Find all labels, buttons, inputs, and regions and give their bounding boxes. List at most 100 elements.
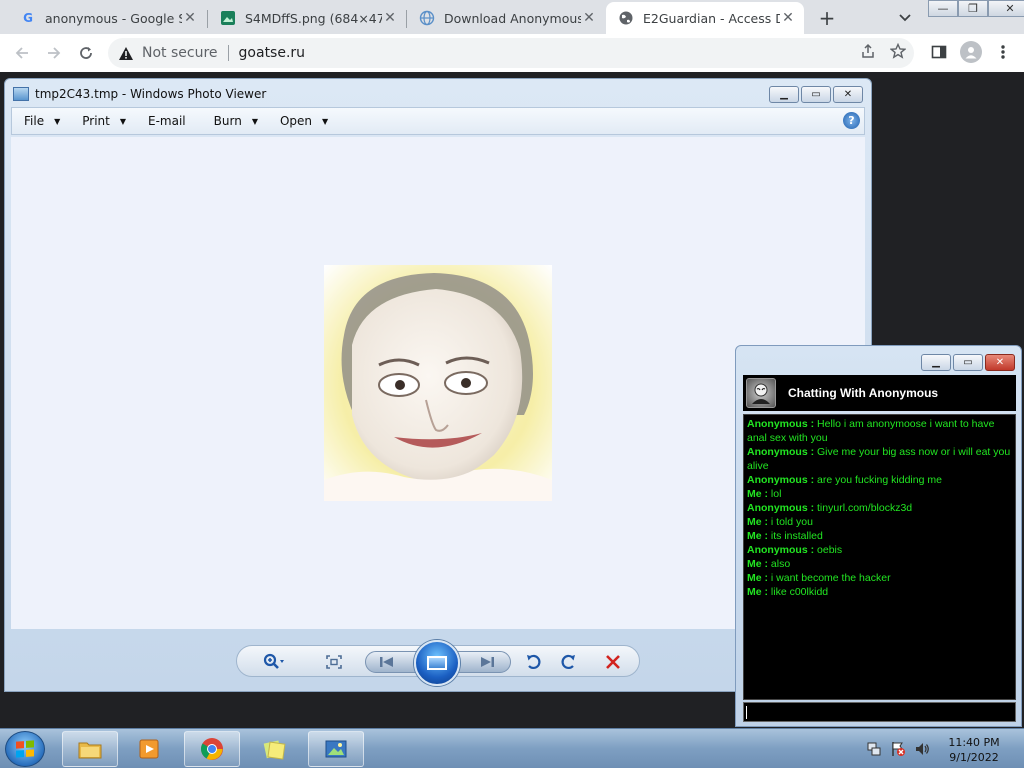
omnibox-actions bbox=[860, 42, 907, 63]
rotate-clockwise-icon[interactable] bbox=[557, 652, 579, 672]
bookmark-star-icon[interactable] bbox=[889, 42, 907, 63]
minimize-button[interactable]: ▁ bbox=[921, 354, 951, 371]
tab-e2guardian[interactable]: E2Guardian - Access Denied ✕ bbox=[606, 2, 804, 34]
address-bar[interactable]: Not secure goatse.ru bbox=[108, 38, 914, 68]
windows-logo-icon bbox=[16, 740, 34, 758]
previous-icon[interactable] bbox=[376, 652, 398, 672]
chat-message: Me : i told you bbox=[747, 516, 813, 528]
chat-message: Me : i want become the hacker bbox=[747, 572, 891, 584]
next-icon[interactable] bbox=[476, 652, 498, 672]
tab-google-search[interactable]: G anonymous - Google Search ✕ bbox=[8, 2, 206, 34]
help-icon[interactable]: ? bbox=[843, 112, 860, 129]
new-tab-button[interactable]: + bbox=[815, 6, 839, 30]
chat-title: Chatting With Anonymous bbox=[788, 386, 939, 400]
action-center-flag-icon[interactable] bbox=[890, 741, 906, 761]
dropdown-arrow-icon: ▼ bbox=[119, 116, 127, 126]
sticky-notes-icon bbox=[263, 740, 286, 760]
close-button[interactable]: ✕ bbox=[985, 354, 1015, 371]
window-controls: ▁ ▭ ✕ bbox=[769, 86, 863, 103]
close-tab-icon[interactable]: ✕ bbox=[182, 10, 198, 26]
tab-title: S4MDffS.png (684×478) bbox=[245, 10, 382, 26]
chat-message: Anonymous : are you fucking kidding me bbox=[747, 474, 942, 486]
chat-messages: Anonymous : Hello i am anonymoose i want… bbox=[743, 414, 1016, 700]
tab-image[interactable]: S4MDffS.png (684×478) ✕ bbox=[208, 2, 406, 34]
google-icon: G bbox=[23, 11, 33, 25]
close-tab-icon[interactable]: ✕ bbox=[382, 10, 398, 26]
tab-download-anonymous[interactable]: Download Anonymous Face ✕ bbox=[407, 2, 605, 34]
text-caret bbox=[746, 706, 747, 719]
chat-message: Me : lol bbox=[747, 488, 782, 500]
reload-button[interactable] bbox=[74, 41, 98, 65]
menu-burn[interactable]: Burn ▼ bbox=[196, 108, 268, 134]
network-icon[interactable] bbox=[866, 741, 882, 761]
photo-viewer-menubar: File ▼ Print ▼ E-mail Burn ▼ Open ▼ ? bbox=[11, 107, 865, 135]
dropdown-arrow-icon: ▼ bbox=[251, 116, 258, 126]
browser-window: G anonymous - Google Search ✕ S4MDffS.pn… bbox=[0, 0, 1024, 72]
forward-button[interactable] bbox=[42, 41, 66, 65]
minimize-button[interactable]: ▁ bbox=[769, 86, 799, 103]
zoom-icon[interactable] bbox=[263, 652, 285, 672]
photo-viewer-icon bbox=[13, 87, 29, 101]
close-tab-icon[interactable]: ✕ bbox=[581, 10, 597, 26]
chrome-icon bbox=[201, 738, 223, 760]
chat-message: Me : also bbox=[747, 558, 791, 570]
close-tab-icon[interactable]: ✕ bbox=[780, 10, 796, 26]
tab-search-chevron-icon[interactable] bbox=[895, 8, 915, 28]
close-button[interactable]: ✕ bbox=[833, 86, 863, 103]
close-button[interactable]: ✕ bbox=[988, 0, 1024, 17]
displayed-photo bbox=[324, 265, 552, 501]
restore-button[interactable]: ❐ bbox=[958, 0, 988, 17]
actual-size-icon[interactable] bbox=[323, 652, 345, 672]
menu-open[interactable]: Open ▼ bbox=[268, 108, 338, 134]
tab-title: anonymous - Google Search bbox=[45, 10, 182, 26]
delete-icon[interactable] bbox=[602, 652, 624, 672]
menu-kebab-icon[interactable] bbox=[992, 41, 1014, 63]
chat-message: Me : its installed bbox=[747, 530, 823, 542]
window-title: tmp2C43.tmp - Windows Photo Viewer bbox=[35, 87, 267, 101]
taskbar-clock[interactable]: 11:40 PM 9/1/2022 bbox=[940, 735, 1008, 765]
playback-control-bar bbox=[236, 640, 640, 686]
image-icon bbox=[220, 10, 236, 26]
taskbar-chrome[interactable] bbox=[184, 731, 240, 767]
minimize-button[interactable]: — bbox=[928, 0, 958, 17]
profile-avatar-icon[interactable] bbox=[960, 41, 982, 63]
rotate-counterclockwise-icon[interactable] bbox=[523, 652, 545, 672]
menu-email[interactable]: E-mail bbox=[136, 108, 196, 134]
taskbar-sticky-notes[interactable] bbox=[246, 731, 302, 767]
security-label[interactable]: Not secure bbox=[142, 45, 218, 61]
slideshow-icon bbox=[427, 656, 447, 670]
chat-message: Anonymous : Hello i am anonymoose i want… bbox=[747, 418, 995, 444]
globe-icon bbox=[419, 10, 435, 26]
photo-viewer-titlebar: tmp2C43.tmp - Windows Photo Viewer bbox=[13, 87, 266, 101]
taskbar-media-player[interactable] bbox=[122, 731, 178, 767]
url-text[interactable]: goatse.ru bbox=[239, 45, 306, 61]
chat-input[interactable] bbox=[743, 702, 1016, 722]
taskbar-explorer[interactable] bbox=[62, 731, 118, 767]
warning-icon[interactable] bbox=[118, 45, 134, 61]
menu-print[interactable]: Print ▼ bbox=[70, 108, 136, 134]
window-controls: ▁ ▭ ✕ bbox=[921, 354, 1015, 371]
dropdown-arrow-icon: ▼ bbox=[54, 116, 61, 126]
folder-icon bbox=[78, 742, 102, 759]
tab-title: Download Anonymous Face bbox=[444, 10, 581, 26]
share-icon[interactable] bbox=[860, 43, 876, 63]
clock-time: 11:40 PM bbox=[948, 736, 1000, 749]
tab-strip: G anonymous - Google Search ✕ S4MDffS.pn… bbox=[0, 0, 1024, 34]
side-panel-icon[interactable] bbox=[928, 41, 950, 63]
chat-header: Chatting With Anonymous bbox=[743, 375, 1016, 411]
window-controls: — ❐ ✕ bbox=[928, 0, 1024, 18]
slideshow-button[interactable] bbox=[414, 640, 460, 686]
omnibox-divider bbox=[227, 45, 229, 61]
browser-toolbar: Not secure goatse.ru bbox=[0, 34, 1024, 72]
taskbar-photo-viewer[interactable] bbox=[308, 731, 364, 767]
volume-icon[interactable] bbox=[914, 741, 930, 761]
dropdown-arrow-icon: ▼ bbox=[322, 116, 329, 126]
back-button[interactable] bbox=[10, 41, 34, 65]
maximize-button[interactable]: ▭ bbox=[801, 86, 831, 103]
start-button[interactable] bbox=[5, 731, 45, 767]
maximize-button[interactable]: ▭ bbox=[953, 354, 983, 371]
taskbar: 11:40 PM 9/1/2022 bbox=[0, 728, 1024, 768]
toolbar-right bbox=[928, 41, 1014, 63]
media-player-icon bbox=[139, 739, 159, 759]
menu-file[interactable]: File ▼ bbox=[12, 108, 70, 134]
